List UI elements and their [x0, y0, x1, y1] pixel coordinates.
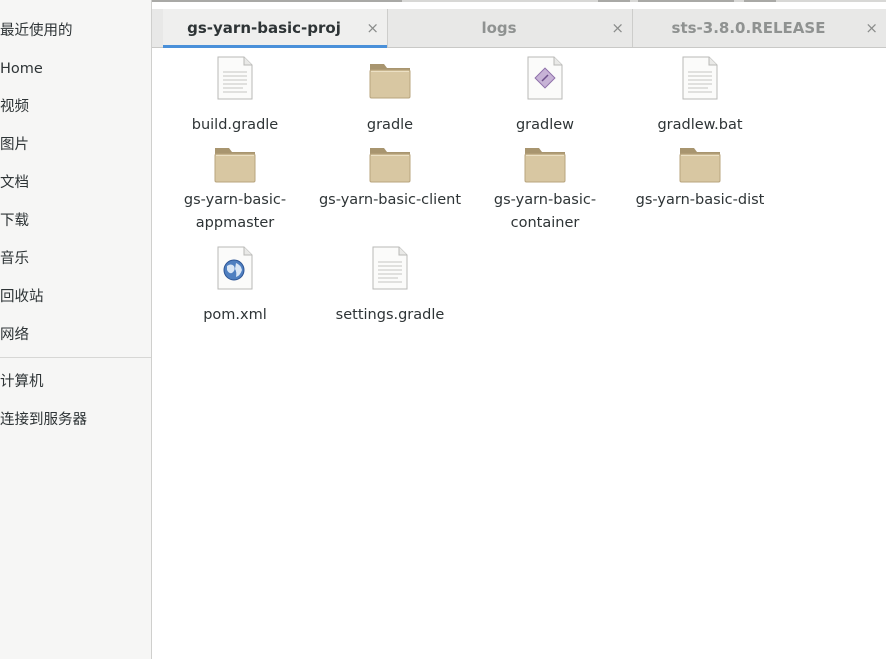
- folder-gs-yarn-basic-client[interactable]: gs-yarn-basic-client: [315, 140, 465, 220]
- tab-label: logs: [481, 19, 517, 37]
- file-gradle[interactable]: gradle: [315, 56, 465, 136]
- sidebar-item-connect-to-server[interactable]: 连接到服务器: [0, 409, 87, 431]
- file-pom-xml[interactable]: pom.xml: [160, 246, 310, 326]
- xml-globe-file-icon: [217, 246, 253, 290]
- folder-gs-yarn-basic-container[interactable]: gs-yarn-basic- container: [470, 140, 620, 236]
- text-file-icon: [217, 56, 253, 100]
- tab-bar: gs-yarn-basic-proj × logs × sts-3.8.0.RE…: [152, 9, 886, 48]
- file-name: gs-yarn-basic-: [183, 192, 287, 208]
- folder-icon: [369, 148, 411, 183]
- file-settings-gradle[interactable]: settings.gradle: [315, 246, 465, 326]
- toolbar-button-edge: [598, 0, 630, 2]
- sidebar-item-home[interactable]: Home: [0, 58, 43, 80]
- sidebar-item-music[interactable]: 音乐: [0, 248, 29, 270]
- folder-icon: [369, 64, 411, 99]
- tab-gs-yarn-basic-proj[interactable]: gs-yarn-basic-proj ×: [163, 9, 387, 48]
- file-name-line2: appmaster: [195, 215, 275, 231]
- file-name: gradlew: [515, 117, 575, 133]
- sidebar-item-documents[interactable]: 文档: [0, 172, 29, 194]
- file-name-line2: container: [510, 215, 580, 231]
- file-name: gs-yarn-basic-client: [318, 192, 462, 208]
- file-name: gs-yarn-basic-dist: [635, 192, 765, 208]
- sidebar-item-videos[interactable]: 视频: [0, 96, 29, 118]
- file-build-gradle[interactable]: build.gradle: [160, 56, 310, 136]
- folder-icon: [679, 148, 721, 183]
- places-sidebar: 最近使用的 Home 视频 图片 文档 下载 音乐 回收站 网络 计算机 连接到…: [0, 0, 152, 659]
- sidebar-item-trash[interactable]: 回收站: [0, 286, 44, 308]
- file-gradlew-bat[interactable]: gradlew.bat: [625, 56, 775, 136]
- text-file-icon: [372, 246, 408, 290]
- folder-gs-yarn-basic-appmaster[interactable]: gs-yarn-basic- appmaster: [160, 140, 310, 236]
- close-icon[interactable]: ×: [366, 9, 379, 47]
- folder-icon: [214, 148, 256, 183]
- sidebar-item-downloads[interactable]: 下载: [0, 210, 29, 232]
- file-name: gradlew.bat: [657, 117, 743, 133]
- script-file-icon: [527, 56, 563, 100]
- sidebar-item-pictures[interactable]: 图片: [0, 134, 29, 156]
- tab-sts-release[interactable]: sts-3.8.0.RELEASE ×: [633, 9, 886, 47]
- tab-label: gs-yarn-basic-proj: [187, 19, 341, 37]
- folder-gs-yarn-basic-dist[interactable]: gs-yarn-basic-dist: [625, 140, 775, 220]
- toolbar-button-edge: [638, 0, 734, 2]
- file-grid: build.gradle gradle gradlew gradlew.bat: [152, 48, 886, 659]
- text-file-icon: [682, 56, 718, 100]
- tab-logs[interactable]: logs ×: [388, 9, 632, 47]
- folder-icon: [524, 148, 566, 183]
- sidebar-divider: [0, 357, 151, 358]
- toolbar-button-edge: [744, 0, 776, 2]
- file-name: settings.gradle: [335, 307, 445, 323]
- sidebar-item-recent[interactable]: 最近使用的: [0, 20, 73, 42]
- file-name: gradle: [366, 117, 414, 133]
- tab-label: sts-3.8.0.RELEASE: [671, 19, 826, 37]
- file-name: build.gradle: [191, 117, 279, 133]
- file-name: gs-yarn-basic-: [493, 192, 597, 208]
- sidebar-item-computer[interactable]: 计算机: [0, 371, 44, 393]
- file-gradlew[interactable]: gradlew: [470, 56, 620, 136]
- close-icon[interactable]: ×: [611, 9, 624, 47]
- close-icon[interactable]: ×: [865, 9, 878, 47]
- file-name: pom.xml: [203, 307, 267, 323]
- sidebar-item-network[interactable]: 网络: [0, 324, 29, 346]
